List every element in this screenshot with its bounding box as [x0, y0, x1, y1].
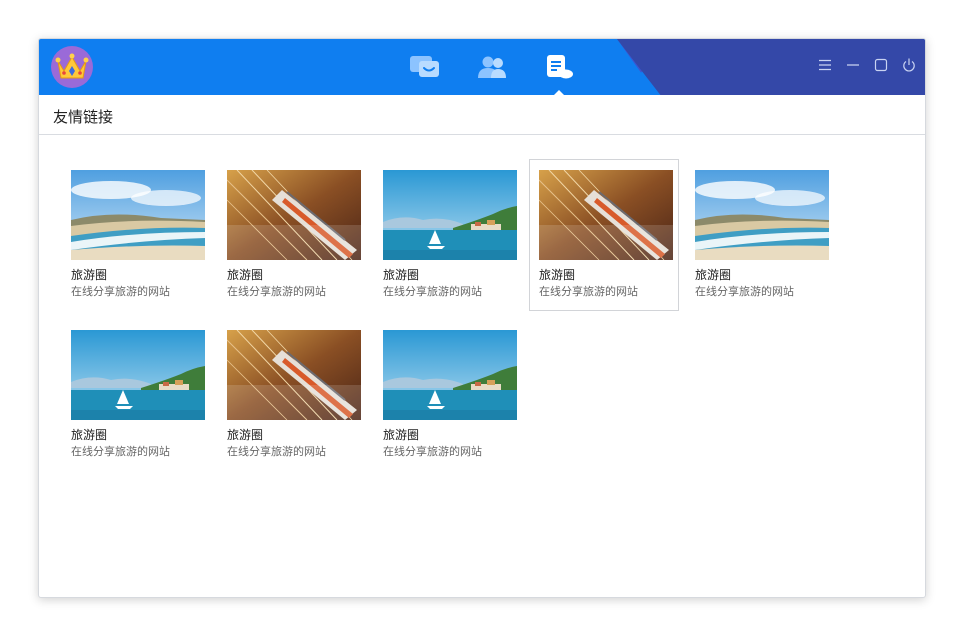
section-header: 友情链接 [39, 95, 925, 135]
link-description: 在线分享旅游的网站 [539, 285, 638, 298]
crown-icon [55, 53, 89, 79]
link-card[interactable]: 旅游圈在线分享旅游的网站 [217, 319, 367, 471]
avatar[interactable] [51, 46, 93, 88]
thumbnail-image [695, 170, 829, 260]
menu-icon [819, 59, 831, 71]
link-title: 旅游圈 [695, 268, 732, 282]
link-title: 旅游圈 [383, 428, 420, 442]
link-card[interactable]: 旅游圈在线分享旅游的网站 [373, 319, 523, 471]
link-description: 在线分享旅游的网站 [227, 445, 326, 458]
link-title: 旅游圈 [71, 428, 108, 442]
link-description: 在线分享旅游的网站 [227, 285, 326, 298]
maximize-button[interactable] [873, 57, 889, 73]
link-description: 在线分享旅游的网站 [695, 285, 794, 298]
link-card[interactable]: 旅游圈在线分享旅游的网站 [61, 159, 211, 311]
nav-links[interactable] [539, 53, 579, 95]
nav-contacts[interactable] [473, 53, 513, 81]
thumbnail-image [383, 170, 517, 260]
link-title: 旅游圈 [71, 268, 108, 282]
minimize-button[interactable] [845, 57, 861, 73]
main-nav [407, 53, 579, 95]
link-card[interactable]: 旅游圈在线分享旅游的网站 [217, 159, 367, 311]
page-title: 友情链接 [53, 108, 114, 126]
link-card[interactable]: 旅游圈在线分享旅游的网站 [529, 159, 679, 311]
thumbnail-image [383, 330, 517, 420]
chat-icon [410, 56, 439, 77]
link-card[interactable]: 旅游圈在线分享旅游的网站 [373, 159, 523, 311]
link-card[interactable]: 旅游圈在线分享旅游的网站 [685, 159, 835, 311]
minimize-icon [847, 64, 859, 66]
power-button[interactable] [901, 57, 917, 73]
thumbnail-image [71, 170, 205, 260]
link-description: 在线分享旅游的网站 [71, 445, 170, 458]
link-description: 在线分享旅游的网站 [383, 445, 482, 458]
power-icon [903, 58, 915, 72]
link-title: 旅游圈 [227, 268, 264, 282]
contacts-icon [478, 56, 506, 78]
link-title: 旅游圈 [383, 268, 420, 282]
document-icon [547, 55, 573, 79]
link-description: 在线分享旅游的网站 [383, 285, 482, 298]
menu-button[interactable] [817, 57, 833, 73]
link-title: 旅游圈 [227, 428, 264, 442]
thumbnail-image [227, 170, 361, 260]
thumbnail-image [71, 330, 205, 420]
app-window: 友情链接 旅游圈 在线分享旅游的网站 旅游圈 在线分享旅游的网站 旅游圈 在线分… [38, 38, 926, 598]
maximize-icon [874, 58, 888, 72]
title-bar [39, 39, 925, 95]
link-card[interactable]: 旅游圈在线分享旅游的网站 [61, 319, 211, 471]
thumbnail-image [539, 170, 673, 260]
window-controls [817, 57, 917, 73]
link-title: 旅游圈 [539, 268, 576, 282]
link-grid: 旅游圈 在线分享旅游的网站 旅游圈 在线分享旅游的网站 旅游圈在线分享旅游的网站… [61, 159, 901, 471]
thumbnail-image [227, 330, 361, 420]
nav-chat[interactable] [407, 53, 447, 81]
link-description: 在线分享旅游的网站 [71, 285, 170, 298]
